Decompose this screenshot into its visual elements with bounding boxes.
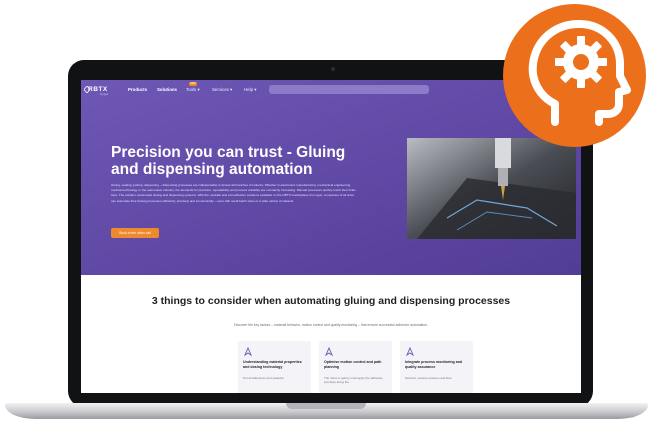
card-title: Integrate process monitoring and quality… [405, 360, 463, 369]
card-title: Optimise motion control and path plannin… [324, 360, 382, 369]
pen-nib-icon [324, 347, 334, 357]
nav-services[interactable]: Services ▾ [212, 87, 232, 93]
nav-products[interactable]: Products [128, 87, 147, 92]
dispensing-illustration [407, 138, 576, 239]
nav-solutions[interactable]: Solutions [157, 87, 177, 92]
card-text: Not all adhesives and sealants [243, 376, 284, 380]
nav-help[interactable]: Help ▾ [244, 87, 256, 93]
section-subtitle: Discover the key factors – material beha… [234, 323, 428, 327]
nav-tools[interactable]: Tools ▾ [186, 87, 200, 93]
hero-description: Gluing, sealing, potting, dispensing – d… [111, 183, 356, 203]
card-process-monitoring[interactable]: Integrate process monitoring and quality… [400, 341, 473, 393]
dispensing-photo [407, 138, 576, 239]
search-input[interactable] [269, 85, 429, 94]
card-text: The robot or gantry must apply the adhes… [324, 376, 383, 385]
pen-nib-icon [405, 347, 415, 357]
head-gear-icon [528, 20, 631, 126]
card-material-properties[interactable]: Understanding material properties and do… [238, 341, 311, 393]
hero-title: Precision you can trust - Gluing and dis… [111, 144, 346, 178]
laptop-notch [286, 403, 366, 409]
new-badge: NEW [189, 82, 197, 86]
brand-logo-subtitle: by igus [100, 93, 109, 96]
card-title: Understanding material properties and do… [243, 360, 302, 369]
card-text: Sensors, camera systems and flow [405, 376, 452, 380]
brand-logo[interactable]: RBTX [88, 86, 108, 93]
head-gear-badge [503, 4, 646, 147]
section-title: 3 things to consider when automating glu… [151, 295, 511, 307]
pen-nib-icon [243, 347, 253, 357]
book-call-button[interactable]: Book a free video call [111, 228, 159, 238]
webcam [331, 67, 335, 71]
card-motion-control[interactable]: Optimise motion control and path plannin… [319, 341, 392, 393]
